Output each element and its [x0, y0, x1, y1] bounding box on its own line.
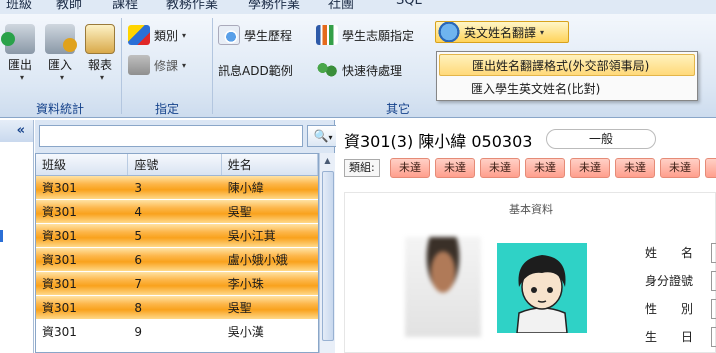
menu-bar: 班級 教師 課程 教務作業 學務作業 社團 SQL [0, 0, 716, 14]
database-import-icon [45, 24, 77, 54]
student-photo [405, 237, 481, 337]
status-tag[interactable]: 未達 [480, 158, 520, 178]
category-icon [128, 25, 150, 45]
student-wish-button[interactable]: 學生志願指定 [316, 24, 414, 46]
chevron-down-icon: ▾ [99, 73, 104, 82]
search-button[interactable]: 🔍▾ [307, 125, 339, 147]
menu-item-import-english-name[interactable]: 匯入學生英文姓名(比對) [439, 78, 695, 100]
selection-marker [0, 230, 3, 242]
tab-sql[interactable]: SQL [396, 0, 422, 8]
card-title: 基本資料 [509, 203, 553, 216]
database-export-icon [1, 24, 35, 54]
category-label: 類組: [344, 159, 380, 177]
report-button[interactable]: 報表 ▾ [80, 18, 120, 86]
scroll-up-icon[interactable]: ▲ [320, 153, 335, 169]
column-header-seat[interactable]: 座號 [128, 154, 222, 175]
bar-chart-icon [316, 25, 338, 45]
search-icon: 🔍 [313, 129, 329, 143]
student-title: 資301(3) 陳小緯 050303 [344, 132, 533, 151]
avatar [497, 243, 587, 334]
course-button[interactable]: 修課 ▾ [128, 54, 186, 76]
globe-icon [438, 22, 460, 42]
people-icon [316, 60, 338, 80]
menu-item-export-name-format[interactable]: 匯出姓名翻譯格式(外交部領事局) [439, 54, 695, 76]
chevron-down-icon: ▾ [540, 27, 545, 37]
group-label-assign: 指定 [154, 102, 179, 116]
list-scrollbar[interactable]: ▲ [319, 153, 335, 353]
chevron-down-icon: ▾ [19, 73, 24, 82]
column-header-class[interactable]: 班級 [36, 154, 129, 175]
tab-teacher[interactable]: 教師 [56, 0, 82, 12]
student-list-panel: 🔍▾ >> 班級 座號 姓名 資3013陳小緯 資3014吳聖 資3015吳小江… [35, 120, 362, 353]
field-label-name: 姓 名 [645, 246, 694, 260]
english-name-button[interactable]: 英文姓名翻譯 ▾ [435, 21, 569, 43]
magnifier-icon [218, 25, 240, 45]
scrollbar-thumb[interactable] [322, 171, 334, 341]
field-label-gender: 性 別 [645, 302, 694, 316]
report-icon [85, 24, 115, 54]
status-tag[interactable]: 未達 [615, 158, 655, 178]
collapse-button[interactable]: « [0, 120, 33, 142]
chevron-down-icon: ▾ [328, 133, 333, 142]
status-badge: 一般 [546, 129, 656, 149]
category-button[interactable]: 類別 ▾ [128, 24, 186, 46]
table-row[interactable]: 資301 7 李小珠 [36, 272, 318, 296]
left-nav-panel: « [0, 120, 34, 353]
column-header-name[interactable]: 姓名 [222, 154, 318, 175]
basic-info-card: 基本資料 姓 名 身分證號 性 別 生 日 [344, 192, 716, 353]
gender-field[interactable] [711, 299, 716, 319]
cartoon-avatar-icon [497, 243, 587, 334]
export-button[interactable]: 匯出 ▾ [0, 18, 40, 86]
name-field[interactable] [711, 243, 716, 263]
status-tag[interactable]: 未達 [570, 158, 610, 178]
table-row[interactable]: 資301 9 吳小漢 [36, 320, 318, 344]
tab-club[interactable]: 社團 [328, 0, 354, 12]
tab-class[interactable]: 班級 [6, 0, 32, 12]
group-label-other: 其它 [385, 102, 410, 116]
table-row[interactable]: 資301 6 盧小娥小娥 [36, 248, 318, 272]
course-icon [128, 55, 150, 75]
table-row[interactable]: 資301 4 吳聖 [36, 200, 318, 224]
basic-info-fields: 姓 名 身分證號 性 別 生 日 [645, 239, 693, 351]
status-tag[interactable]: 未達 [390, 158, 430, 178]
tab-course[interactable]: 課程 [112, 0, 138, 12]
table-row[interactable]: 資301 8 吳聖 [36, 296, 318, 320]
chevron-down-icon: ▾ [182, 30, 187, 40]
field-label-birthday: 生 日 [645, 330, 694, 344]
tab-student-affairs[interactable]: 學務作業 [248, 0, 300, 12]
student-history-button[interactable]: 學生歷程 [218, 24, 292, 46]
quick-pending-button[interactable]: 快速待處理 [316, 59, 402, 81]
status-tag[interactable]: 未達 [435, 158, 475, 178]
english-name-dropdown: 匯出姓名翻譯格式(外交部領事局) 匯入學生英文姓名(比對) [436, 51, 698, 101]
import-button[interactable]: 匯入 ▾ [40, 18, 80, 86]
student-grid: 班級 座號 姓名 資301 3 陳小緯 資301 4 吳聖 資301 5 吳小江萁 資301… [35, 153, 319, 353]
table-row[interactable]: 資301 5 吳小江萁 [36, 224, 318, 248]
tab-academic[interactable]: 教務作業 [166, 0, 218, 12]
message-add-example-button[interactable]: 訊息ADD範例 [218, 59, 293, 81]
field-label-id: 身分證號 [645, 274, 694, 288]
table-row[interactable]: 資301 3 陳小緯 [36, 176, 318, 200]
chevron-down-icon: ▾ [182, 60, 187, 70]
student-detail-panel: 資301(3) 陳小緯 050303 一般 類組: 未達 未達 未達 未達 未達… [336, 120, 716, 353]
status-tag[interactable]: 未達 [525, 158, 565, 178]
group-label-data-stats: 資料統計 [35, 102, 84, 116]
search-input[interactable] [39, 125, 303, 147]
birthday-field[interactable] [711, 327, 716, 347]
status-tag[interactable]: 未達 [660, 158, 700, 178]
id-field[interactable] [711, 271, 716, 291]
status-tag[interactable] [705, 158, 716, 178]
chevron-down-icon: ▾ [59, 73, 64, 82]
grid-header: 班級 座號 姓名 [36, 154, 318, 176]
